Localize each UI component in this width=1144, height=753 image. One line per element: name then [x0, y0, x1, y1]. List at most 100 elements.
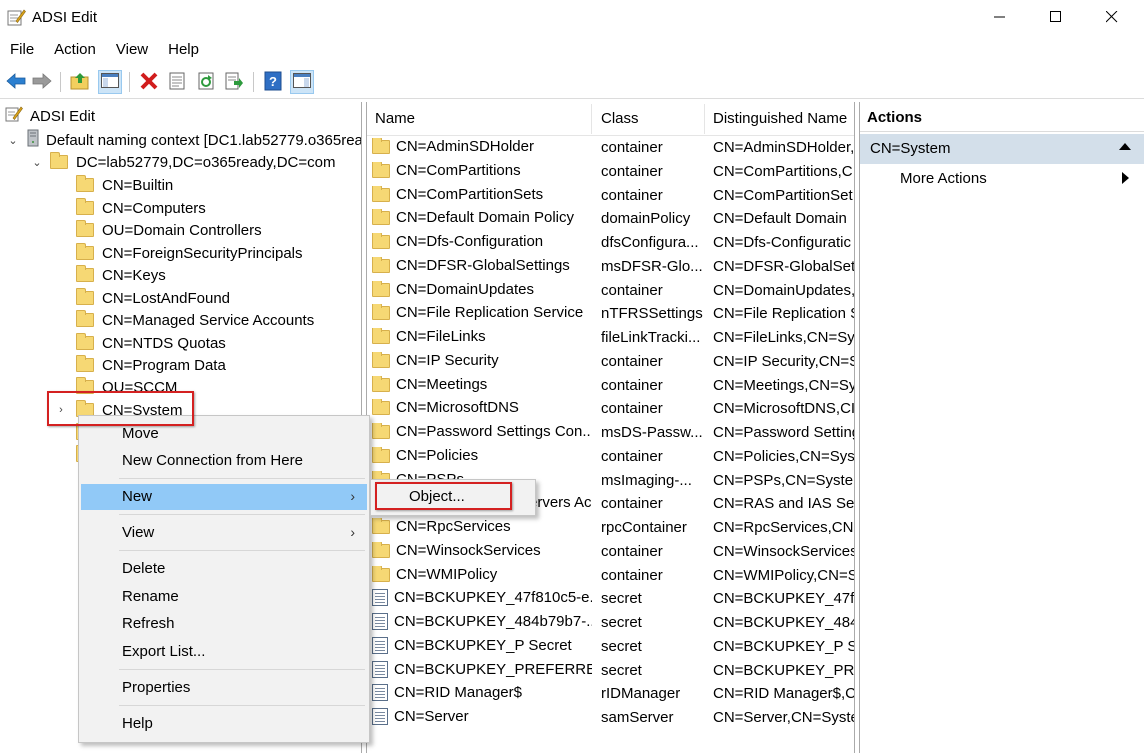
- list-row[interactable]: CN=BCKUPKEY_P Secret secret CN=BCKUPKEY_P …: [367, 635, 854, 658]
- list-cell-distinguished-name: CN=DFSR-GlobalSett: [713, 258, 855, 275]
- collapse-up-icon[interactable]: [1119, 143, 1131, 150]
- list-row[interactable]: CN=Meetings container CN=Meetings,CN=Sy: [367, 374, 854, 397]
- tree-node-lost-and-found[interactable]: CN=LostAndFound: [76, 287, 230, 309]
- list-row[interactable]: CN=FileLinks fileLinkTracki... CN=FileLink…: [367, 326, 854, 349]
- tree-node-program-data[interactable]: CN=Program Data: [76, 354, 226, 376]
- menu-help[interactable]: Help: [158, 38, 209, 64]
- list-row[interactable]: CN=ComPartitions container CN=ComPartition…: [367, 160, 854, 183]
- tree-node-domain[interactable]: ⌄ DC=lab52779,DC=o365ready,DC=com: [30, 151, 335, 173]
- column-header-name[interactable]: Name: [375, 110, 415, 127]
- chevron-down-icon[interactable]: ⌄: [6, 134, 20, 147]
- tree-node-label: CN=Program Data: [102, 356, 226, 374]
- forward-button[interactable]: [30, 70, 54, 94]
- menu-action[interactable]: Action: [44, 38, 106, 64]
- list-row[interactable]: CN=Policies container CN=Policies,CN=Syst: [367, 445, 854, 468]
- forward-icon: [32, 72, 52, 92]
- list-cell-distinguished-name: CN=BCKUPKEY_P Sec: [713, 638, 854, 655]
- tree-node-managed-service-accounts[interactable]: CN=Managed Service Accounts: [76, 309, 314, 331]
- menu-item-export-list[interactable]: Export List...: [81, 639, 367, 665]
- menu-file[interactable]: File: [0, 38, 44, 64]
- menu-item-new-connection[interactable]: New Connection from Here: [81, 448, 367, 474]
- tree-node-domain-controllers[interactable]: OU=Domain Controllers: [76, 219, 262, 241]
- column-divider[interactable]: [704, 104, 705, 134]
- menu-item-new[interactable]: New ›: [81, 484, 367, 510]
- refresh-button[interactable]: [194, 70, 218, 94]
- export-list-button[interactable]: [222, 70, 246, 94]
- tree-node-ntds-quotas[interactable]: CN=NTDS Quotas: [76, 332, 226, 354]
- tree-root[interactable]: ADSI Edit: [4, 105, 95, 127]
- adsi-edit-icon: [4, 105, 24, 127]
- actions-section-header[interactable]: CN=System: [860, 134, 1144, 164]
- list-cell-distinguished-name: CN=RpcServices,CN=: [713, 519, 855, 536]
- list-cell-class: fileLinkTracki...: [601, 329, 701, 346]
- properties-icon: [168, 72, 186, 93]
- tree-node-keys[interactable]: CN=Keys: [76, 264, 166, 286]
- show-hide-console-tree-button[interactable]: [98, 70, 122, 94]
- column-header-class[interactable]: Class: [601, 110, 639, 127]
- menu-item-rename[interactable]: Rename: [81, 584, 367, 610]
- up-folder-button[interactable]: [68, 70, 92, 94]
- list-row[interactable]: CN=Dfs-Configuration dfsConfigura... CN=Df…: [367, 231, 854, 254]
- list-row[interactable]: CN=File Replication Service nTFRSSettings…: [367, 302, 854, 325]
- list-row[interactable]: CN=IP Security container CN=IP Security,CN…: [367, 350, 854, 373]
- list-row[interactable]: CN=DomainUpdates container CN=DomainUpdate…: [367, 279, 854, 302]
- help-button[interactable]: ?: [261, 70, 285, 94]
- list-cell-name: CN=AdminSDHolder: [372, 138, 592, 155]
- maximize-button[interactable]: [1028, 0, 1084, 36]
- list-cell-name: CN=MicrosoftDNS: [372, 399, 592, 416]
- menu-item-refresh[interactable]: Refresh: [81, 611, 367, 637]
- menu-item-help[interactable]: Help: [81, 711, 367, 737]
- tree-node-default-naming-context[interactable]: ⌄ Default naming context [DC1.lab52779.o…: [6, 129, 361, 151]
- menu-item-view[interactable]: View ›: [81, 520, 367, 546]
- list-cell-name: CN=Password Settings Con...: [372, 423, 592, 440]
- maximize-icon: [1050, 10, 1062, 26]
- list-row[interactable]: CN=Password Settings Con... msDS-Passw...…: [367, 421, 854, 444]
- folder-open-icon: [50, 152, 68, 169]
- list-cell-class: rIDManager: [601, 685, 681, 702]
- column-header-distinguished-name[interactable]: Distinguished Name: [713, 110, 847, 127]
- list-row[interactable]: CN=AdminSDHolder container CN=AdminSDHolde…: [367, 136, 854, 159]
- chevron-down-icon[interactable]: ⌄: [30, 156, 44, 169]
- list-row[interactable]: CN=BCKUPKEY_47f810c5-e... secret CN=BCKUPK…: [367, 587, 854, 610]
- list-row[interactable]: CN=WMIPolicy container CN=WMIPolicy,CN=S: [367, 564, 854, 587]
- column-divider[interactable]: [591, 104, 592, 134]
- tree-node-foreign-security-principals[interactable]: CN=ForeignSecurityPrincipals: [76, 242, 303, 264]
- minimize-button[interactable]: [972, 0, 1028, 36]
- list-cell-name: CN=DomainUpdates: [372, 281, 592, 298]
- properties-button[interactable]: [165, 70, 189, 94]
- tree-node-computers[interactable]: CN=Computers: [76, 197, 206, 219]
- menu-item-label: New: [122, 488, 153, 505]
- list-row[interactable]: CN=BCKUPKEY_484b79b7-... secret CN=BCKUPKE…: [367, 611, 854, 634]
- list-cell-name: CN=BCKUPKEY_P Secret: [372, 637, 592, 654]
- list-cell-name-text: CN=BCKUPKEY_PREFERRED...: [394, 661, 592, 678]
- list-row[interactable]: CN=Default Domain Policy domainPolicy CN=D…: [367, 207, 854, 230]
- close-button[interactable]: [1084, 0, 1140, 36]
- list-cell-name: CN=ComPartitions: [372, 162, 592, 179]
- delete-button[interactable]: [137, 70, 161, 94]
- menu-view[interactable]: View: [106, 38, 158, 64]
- list-row[interactable]: CN=ComPartitionSets container CN=ComPartit…: [367, 184, 854, 207]
- show-hide-action-pane-button[interactable]: [290, 70, 314, 94]
- more-actions-item[interactable]: More Actions: [900, 170, 987, 187]
- list-row[interactable]: CN=MicrosoftDNS container CN=MicrosoftDNS,…: [367, 397, 854, 420]
- list-cell-class: container: [601, 139, 663, 156]
- folder-icon: [76, 220, 94, 237]
- list-cell-name-text: CN=File Replication Service: [396, 304, 584, 321]
- menu-item-delete[interactable]: Delete: [81, 556, 367, 582]
- list-cell-name: CN=Default Domain Policy: [372, 209, 592, 226]
- menu-item-properties[interactable]: Properties: [81, 675, 367, 701]
- list-row[interactable]: CN=Server samServer CN=Server,CN=Syste: [367, 706, 854, 729]
- highlight-box-cn-system: [47, 391, 194, 426]
- list-row[interactable]: CN=RID Manager$ rIDManager CN=RID Manager$…: [367, 682, 854, 705]
- results-list: Name Class Distinguished Name CN=AdminSD…: [366, 102, 855, 753]
- tree-node-builtin[interactable]: CN=Builtin: [76, 174, 173, 196]
- list-row[interactable]: CN=RpcServices rpcContainer CN=RpcServices…: [367, 516, 855, 539]
- list-cell-class: nTFRSSettings: [601, 305, 703, 322]
- list-row[interactable]: CN=DFSR-GlobalSettings msDFSR-Glo... CN=DF…: [367, 255, 855, 278]
- list-cell-name: CN=BCKUPKEY_PREFERRED...: [372, 661, 592, 678]
- list-row[interactable]: CN=BCKUPKEY_PREFERRED... secret CN=BCKUPKE…: [367, 659, 854, 682]
- back-button[interactable]: [4, 70, 28, 94]
- list-row[interactable]: CN=WinsockServices container CN=WinsockSer…: [367, 540, 854, 563]
- list-cell-distinguished-name: CN=PSPs,CN=Systen: [713, 472, 855, 489]
- folder-icon: [372, 186, 390, 202]
